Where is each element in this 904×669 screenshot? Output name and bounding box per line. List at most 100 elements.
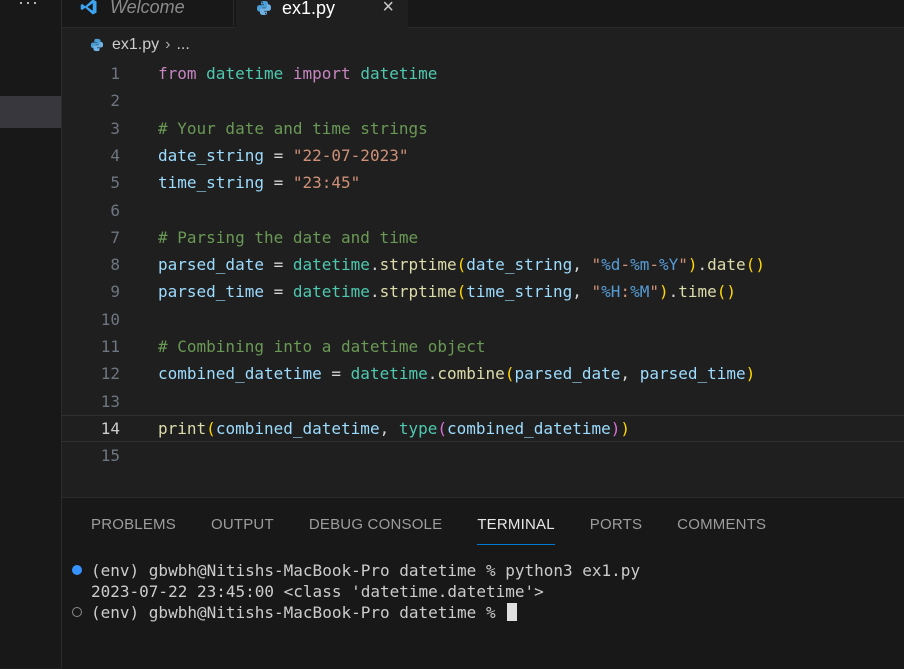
command-success-icon[interactable] — [72, 565, 82, 575]
code-line[interactable]: 1 from datetime import datetime — [62, 60, 904, 87]
breadcrumb-more[interactable]: ... — [176, 36, 189, 54]
line-number: 8 — [110, 255, 120, 275]
code-token: parsed_time — [639, 364, 746, 384]
tab-problems[interactable]: PROBLEMS — [91, 514, 176, 544]
tab-output[interactable]: OUTPUT — [211, 514, 274, 544]
code-token: , — [620, 364, 640, 384]
more-actions-icon[interactable]: ··· — [18, 0, 39, 13]
tab-welcome[interactable]: Welcome — [62, 0, 234, 26]
line-number: 11 — [100, 337, 120, 356]
code-token: () — [716, 282, 737, 302]
line-code: # Your date and time strings — [158, 115, 428, 142]
code-line[interactable]: 11 # Combining into a datetime object — [62, 333, 904, 360]
line-code: time_string = "23:45" — [158, 169, 360, 196]
code-token: combined_datetime — [158, 364, 322, 384]
breadcrumb-file[interactable]: ex1.py — [112, 36, 159, 54]
code-token: print — [158, 418, 207, 438]
line-number: 9 — [110, 282, 120, 302]
code-token: , — [572, 282, 592, 302]
code-token: = — [321, 364, 351, 384]
code-line[interactable]: 6 — [62, 197, 904, 224]
code-token: = — [263, 145, 293, 165]
code-token: import — [292, 64, 351, 83]
code-editor[interactable]: 1 from datetime import datetime 2 3 # Your d… — [62, 60, 904, 497]
code-token: date — [707, 255, 746, 275]
line-number: 14 — [100, 418, 120, 438]
code-token: # Parsing the date and time — [158, 227, 419, 247]
line-code: # Parsing the date and time — [158, 224, 418, 251]
code-token: date_string — [466, 255, 573, 275]
line-number: 12 — [100, 364, 120, 384]
code-line[interactable]: 2 — [62, 87, 904, 114]
terminal-cursor — [507, 603, 518, 621]
code-token: ) — [610, 418, 621, 438]
code-token: %Y — [658, 255, 679, 275]
tab-terminal[interactable]: TERMINAL — [477, 514, 555, 545]
code-token: from — [158, 64, 197, 83]
explorer-sidebar: ··· — [0, 0, 62, 668]
code-token: ) — [687, 255, 698, 275]
code-token: " — [591, 282, 602, 302]
code-token: . — [369, 282, 380, 302]
code-token: ( — [504, 364, 515, 384]
code-token: %H — [601, 282, 621, 302]
terminal-output[interactable]: (env) gbwbh@Nitishs-MacBook-Pro datetime… — [62, 560, 904, 623]
line-code: parsed_date = datetime.strptime(date_str… — [158, 251, 765, 278]
code-token: parsed_date — [514, 364, 621, 384]
code-token: combined_datetime — [215, 418, 380, 438]
code-token: ) — [658, 282, 669, 302]
code-token: = — [263, 255, 293, 275]
code-token: %d — [601, 255, 621, 275]
terminal-line: (env) gbwbh@Nitishs-MacBook-Pro datetime… — [62, 602, 904, 623]
tab-label: Welcome — [110, 0, 185, 17]
code-line[interactable]: 9 parsed_time = datetime.strptime(time_st… — [62, 278, 904, 305]
code-token: ( — [437, 418, 448, 438]
terminal-line: (env) gbwbh@Nitishs-MacBook-Pro datetime… — [62, 560, 904, 581]
code-line[interactable]: 13 — [62, 388, 904, 415]
code-line[interactable]: 10 — [62, 306, 904, 333]
code-line[interactable]: 14 print(combined_datetime, type(combined… — [62, 414, 904, 442]
code-token: . — [697, 255, 708, 275]
code-token: %M — [630, 282, 650, 302]
code-token: , — [572, 255, 592, 275]
line-number: 13 — [100, 391, 120, 411]
selected-explorer-item[interactable] — [0, 96, 61, 128]
code-token: "23:45" — [292, 173, 361, 193]
code-token: combined_datetime — [447, 418, 611, 438]
code-line[interactable]: 15 — [62, 442, 904, 469]
command-pending-icon[interactable] — [72, 607, 82, 617]
vscode-icon — [80, 0, 97, 15]
code-line[interactable]: 3 # Your date and time strings — [62, 115, 904, 142]
line-number: 7 — [110, 227, 120, 247]
python-icon — [90, 38, 104, 52]
code-token: . — [427, 364, 438, 384]
python-icon — [257, 1, 271, 15]
close-tab-icon[interactable]: × — [382, 0, 394, 19]
code-line[interactable]: 7 # Parsing the date and time — [62, 224, 904, 251]
tab-ports[interactable]: PORTS — [590, 514, 642, 544]
line-code: print(combined_datetime, type(combined_d… — [158, 416, 630, 441]
tab-debug-console[interactable]: DEBUG CONSOLE — [309, 514, 442, 544]
code-token: " — [649, 282, 659, 302]
tab-comments[interactable]: COMMENTS — [677, 514, 766, 544]
line-code: from datetime import datetime — [158, 60, 437, 87]
tab-ex1-py[interactable]: ex1.py × — [236, 0, 408, 28]
code-token: # Your date and time strings — [158, 118, 428, 138]
code-line[interactable]: 4 date_string = "22-07-2023" — [62, 142, 904, 169]
code-token: datetime — [292, 255, 370, 275]
line-number: 4 — [110, 145, 120, 165]
code-line[interactable]: 12 combined_datetime = datetime.combine(p… — [62, 360, 904, 387]
code-token: = — [263, 282, 293, 302]
code-line[interactable]: 5 time_string = "23:45" — [62, 169, 904, 196]
code-token: type — [398, 418, 438, 438]
code-token: " — [591, 255, 602, 275]
vscode-window: ··· Welcome ex1.py × ex1.py › ... 1 from … — [0, 0, 904, 669]
code-line[interactable]: 8 parsed_date = datetime.strptime(date_st… — [62, 251, 904, 278]
code-token: ) — [620, 418, 631, 438]
panel-tabs: PROBLEMS OUTPUT DEBUG CONSOLE TERMINAL PORTS… — [91, 514, 801, 545]
bottom-panel: PROBLEMS OUTPUT DEBUG CONSOLE TERMINAL PORTS… — [62, 497, 904, 669]
code-token: ( — [206, 418, 216, 438]
code-token: datetime — [360, 64, 438, 83]
terminal-line: 2023-07-22 23:45:00 <class 'datetime.dat… — [62, 581, 904, 602]
breadcrumb: ex1.py › ... — [90, 34, 190, 56]
